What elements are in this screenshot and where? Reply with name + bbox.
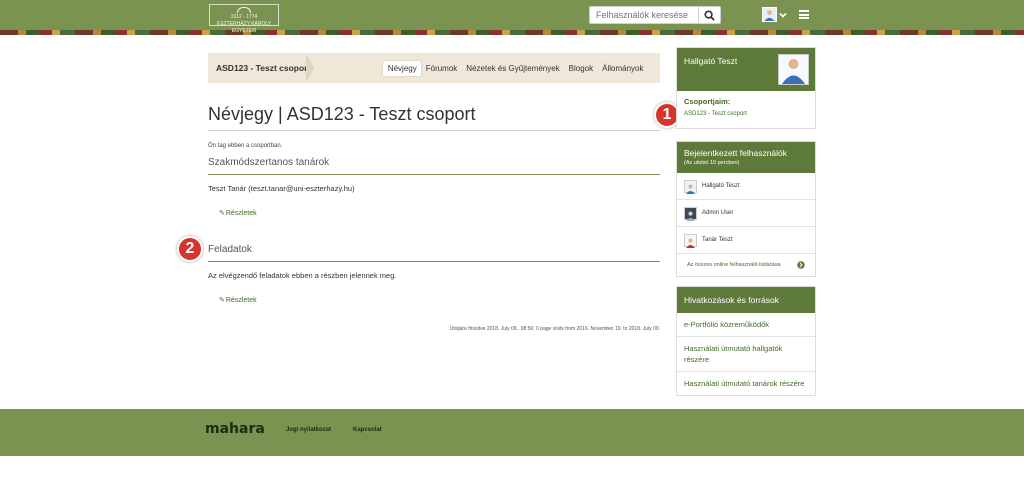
- online-users-subtitle: (Az utolsó 10 percben): [684, 160, 740, 166]
- link-icon: ✎: [219, 297, 225, 304]
- person-icon: [764, 10, 775, 21]
- mahara-logo[interactable]: mahara: [205, 421, 265, 437]
- page-title: Névjegy | ASD123 - Teszt csoport: [208, 104, 476, 124]
- membership-note: Ön tag ebben a csoportban.: [208, 143, 283, 149]
- all-online-label: Az összes online felhasználó listázása: [687, 262, 781, 268]
- section-divider: [208, 174, 660, 175]
- details-label: Részletek: [225, 297, 257, 304]
- online-user-row[interactable]: Admin User: [677, 200, 815, 227]
- avatar: [684, 233, 697, 248]
- resource-link[interactable]: Használati útmutató hallgatók részére: [677, 337, 815, 372]
- profile-card-header: Hallgató Teszt: [677, 48, 815, 91]
- tab-nevjegy[interactable]: Névjegy: [383, 61, 422, 76]
- online-user-name: Hallgató Teszt: [702, 183, 740, 189]
- group-title-arrow: [306, 53, 314, 83]
- online-users-title: Bejelentkezett felhasználók: [684, 148, 788, 158]
- details-link-2[interactable]: ✎Részletek: [219, 296, 257, 304]
- user-search-input[interactable]: [589, 6, 699, 24]
- last-updated-note: Utoljára frissítve 2018. July 09., 08:56…: [449, 326, 660, 332]
- links-card: Hivatkozások és források e-Portfólió köz…: [676, 286, 816, 396]
- online-user-name: Tanár Teszt: [702, 237, 733, 243]
- chevron-down-icon[interactable]: [779, 11, 787, 19]
- my-group-link[interactable]: ASD123 - Teszt csoport: [684, 111, 808, 117]
- logo-line2: ESZTERHÁZY KÁROLY EGYETEM: [216, 21, 272, 34]
- person-icon: [686, 211, 695, 221]
- crest-icon: [237, 7, 251, 13]
- section-title-teachers: Szakmódszertanos tanárok: [208, 157, 330, 168]
- arrow-right-circle-icon: [797, 261, 805, 269]
- decorative-stripe: [0, 30, 1024, 35]
- online-user-row[interactable]: Hallgató Teszt: [677, 173, 815, 200]
- footer: mahara Jogi nyilatkozat Kapcsolat: [0, 409, 1024, 456]
- person-icon: [686, 238, 695, 248]
- avatar: [684, 179, 697, 194]
- person-icon: [782, 59, 805, 84]
- hamburger-menu-icon[interactable]: [799, 10, 809, 19]
- my-groups-label: Csoportjaim:: [684, 97, 731, 106]
- details-label: Részletek: [225, 210, 257, 217]
- logo-line1: 1912 · 1774: [230, 14, 258, 20]
- online-user-name: Admin User: [702, 210, 734, 216]
- title-divider: [208, 130, 660, 131]
- top-bar: [0, 0, 1024, 30]
- tab-forumok[interactable]: Fórumok: [421, 61, 462, 76]
- online-users-card: Bejelentkezett felhasználók (Az utolsó 1…: [676, 141, 816, 277]
- section-title-tasks: Feladatok: [208, 244, 252, 255]
- search-icon: [704, 9, 715, 21]
- all-online-users-link[interactable]: Az összes online felhasználó listázása: [677, 254, 815, 276]
- tasks-text: Az elvégzendő feladatok ebben a részben …: [208, 271, 397, 280]
- links-title: Hivatkozások és források: [684, 295, 779, 305]
- tab-allomanyok[interactable]: Állományok: [598, 61, 648, 76]
- university-logo[interactable]: 1912 · 1774 ESZTERHÁZY KÁROLY EGYETEM: [209, 4, 279, 34]
- link-icon: ✎: [219, 210, 225, 217]
- links-header: Hivatkozások és források: [677, 287, 815, 313]
- search-button[interactable]: [699, 6, 721, 24]
- online-users-header: Bejelentkezett felhasználók (Az utolsó 1…: [677, 142, 815, 173]
- contact-link[interactable]: Kapcsolat: [353, 427, 382, 433]
- teacher-entry: Teszt Tanár (teszt.tanar@uni-eszterhazy.…: [208, 184, 355, 193]
- person-icon: [686, 184, 695, 194]
- profile-picture[interactable]: [778, 54, 809, 85]
- annotation-badge-2: 2: [177, 236, 203, 262]
- section-divider: [208, 261, 660, 262]
- tab-nezetek[interactable]: Nézetek és Gyűjtemények: [462, 61, 564, 76]
- group-header-bar: ASD123 - Teszt csoport Névjegy Fórumok N…: [208, 53, 660, 83]
- avatar: [684, 206, 697, 221]
- user-avatar[interactable]: [762, 7, 777, 22]
- legal-link[interactable]: Jogi nyilatkozat: [286, 427, 331, 433]
- profile-name[interactable]: Hallgató Teszt: [684, 56, 737, 66]
- tab-blogok[interactable]: Blogok: [564, 61, 597, 76]
- group-title[interactable]: ASD123 - Teszt csoport: [216, 63, 310, 73]
- group-nav: Névjegy Fórumok Nézetek és Gyűjtemények …: [383, 61, 648, 76]
- details-link-1[interactable]: ✎Részletek: [219, 209, 257, 217]
- resource-link[interactable]: Használati útmutató tanárok részére: [677, 372, 815, 395]
- profile-card: Hallgató Teszt Csoportjaim: ASD123 - Tes…: [676, 47, 816, 129]
- resource-link[interactable]: e-Portfólió közreműködők: [677, 313, 815, 337]
- online-user-row[interactable]: Tanár Teszt: [677, 227, 815, 254]
